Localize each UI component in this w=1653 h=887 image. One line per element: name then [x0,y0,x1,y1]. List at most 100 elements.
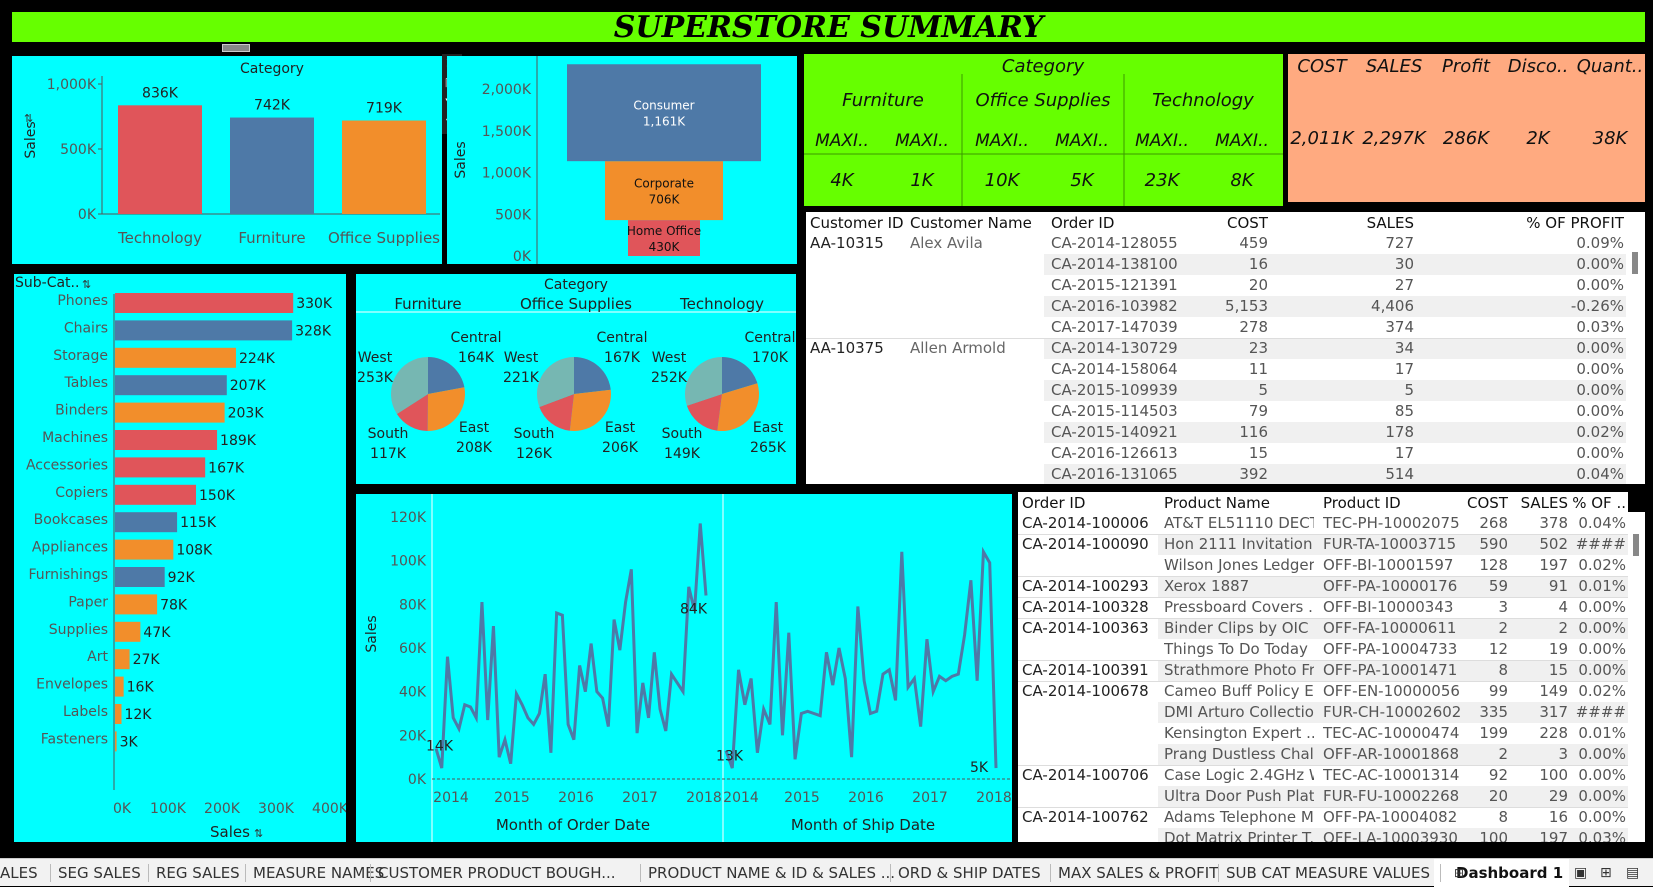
table-cell: Cameo Buff Policy E.. [1164,682,1314,700]
sheet-tab[interactable]: ORD & SHIP DATES [898,859,1041,887]
table-row[interactable]: Kensington Expert .. TEC-AC-10000474 199 22… [1018,723,1628,744]
sheet-tab[interactable]: SEG SALES [58,859,141,887]
sheet-tab[interactable]: MAX SALES & PROFIT [1058,859,1218,887]
table-cell: 17 [1394,444,1414,462]
column-header[interactable]: Order ID [1022,494,1085,512]
measure-label: MAXI.. [815,131,869,151]
column-header[interactable]: Order ID [1051,214,1114,232]
table-row[interactable]: CA-2014-100090 Hon 2111 Invitation .. FUR-… [1018,534,1628,555]
table-row[interactable]: CA-2016-131065 392 514 0.04% [806,464,1626,484]
sub-category-label: Chairs [64,320,108,336]
segment-sales-chart[interactable]: Sales 2,000K 1,500K 1,000K 500K 0K Home Office… [447,56,797,265]
table-cell: Strathmore Photo Fr.. [1164,661,1314,679]
column-header[interactable]: Product ID [1323,494,1401,512]
sub-category-label: Art [87,649,108,665]
group-divider [1018,660,1628,661]
table-row[interactable]: CA-2014-100762 Adams Telephone M.. OFF-PA-… [1018,807,1628,828]
column-header[interactable]: Product Name [1164,494,1270,512]
table-row[interactable]: CA-2015-121391 20 27 0.00% [806,275,1626,296]
group-divider [1018,681,1628,682]
table-row[interactable]: CA-2017-147039 278 374 0.03% [806,317,1626,338]
column-header[interactable]: SALES [1367,214,1414,232]
sub-category-label: Appliances [32,540,108,556]
table-row[interactable]: Ultra Door Push Plate FUR-FU-10002268 20 29… [1018,786,1628,807]
sheet-tab[interactable]: PRODUCT NAME & ID & SALES ... [648,859,895,887]
table-cell: 0.03% [1576,318,1624,336]
table-row[interactable]: CA-2014-138100 16 30 0.00% [806,254,1626,275]
table-row[interactable]: CA-2016-126613 15 17 0.00% [806,443,1626,464]
total-value: 38K [1593,128,1629,149]
table-row[interactable]: CA-2014-100293 Xerox 1887 OFF-PA-10000176 5… [1018,576,1628,597]
sheet-tab[interactable]: MEASURE NAMES [253,859,384,887]
table-cell: Xerox 1887 [1164,577,1250,595]
table-cell: 2 [1498,745,1508,763]
new-sheet-icon[interactable]: ▣ [1574,859,1587,887]
table-row[interactable]: CA-2014-100391 Strathmore Photo Fr.. OFF-P… [1018,660,1628,681]
customer-orders-table[interactable]: Customer ID Customer Name Order ID COST SALE… [806,212,1626,484]
table-row[interactable]: Wilson Jones Ledger.. OFF-BI-10001597 128 1… [1018,555,1628,576]
table-row[interactable]: Dot Matrix Printer T.. OFF-LA-10003930 100… [1018,828,1628,842]
product-table-scrollbar[interactable] [1628,512,1645,842]
table-cell: 128 [1479,556,1508,574]
table-row[interactable]: CA-2014-100006 AT&T EL51110 DECT TEC-PH-10… [1018,513,1628,534]
table-row[interactable]: CA-2015-140921 116 178 0.02% [806,422,1626,443]
category-bar-chart[interactable]: Category Sales 1,000K 500K 0K 836K Technology 7… [12,56,442,264]
table-row[interactable]: CA-2014-100363 Binder Clips by OIC OFF-FA-… [1018,618,1628,639]
column-header[interactable]: Customer Name [910,214,1032,232]
table-cell: 34 [1394,339,1414,357]
customer-table-scrollbar[interactable] [1626,212,1645,484]
table-cell: 0.02% [1578,682,1626,700]
table-row[interactable]: AA-10375 Allen Armold CA-2014-130729 23 34 0.… [806,338,1626,359]
group-divider [806,338,1626,339]
table-row[interactable]: Things To Do Today .. OFF-PA-10004733 12 19… [1018,639,1628,660]
pie-region-value: 252K [651,370,688,386]
new-dashboard-icon[interactable]: ⊞ [1600,859,1612,887]
resize-handle[interactable] [222,44,250,52]
column-header[interactable]: SALES [1521,494,1568,512]
column-header[interactable]: COST [1227,214,1268,232]
table-row[interactable]: CA-2014-100328 Pressboard Covers .. OFF-BI… [1018,597,1628,618]
table-row[interactable]: CA-2015-109939 5 5 0.00% [806,380,1626,401]
table-row[interactable]: AA-10315 Alex Avila CA-2014-128055 459 727 0.… [806,233,1626,254]
x-axis-label: Month of Order Date [496,816,650,834]
column-header[interactable]: Customer ID [810,214,904,232]
scroll-thumb[interactable] [1633,534,1639,556]
table-cell: TEC-AC-10001314 [1323,766,1460,784]
sales-line [434,523,708,769]
column-header[interactable]: COST [1467,494,1508,512]
table-row[interactable]: CA-2015-114503 79 85 0.00% [806,401,1626,422]
sheet-tab[interactable]: CUSTOMER PRODUCT BOUGH... [378,859,616,887]
scroll-thumb[interactable] [1632,252,1638,274]
bar-office-supplies [342,120,426,214]
x-tick-label: 2015 [784,790,820,806]
pie-region-label: Central [745,330,796,346]
table-cell: OFF-BI-10000343 [1323,598,1454,616]
sheet-tab[interactable]: SUB CAT MEASURE VALUES [1226,859,1430,887]
table-cell: 3 [1498,598,1508,616]
table-cell: 0.04% [1576,465,1624,483]
column-header[interactable]: % OF PROFIT [1526,214,1624,232]
product-orders-table[interactable]: Order ID Product Name Product ID COST SALES%… [1018,492,1628,842]
column-header[interactable]: % OF .. [1572,494,1626,512]
table-row[interactable]: CA-2014-100678 Cameo Buff Policy E.. OFF-E… [1018,681,1628,702]
tab-separator [50,864,51,882]
y-tick-label: 1,000K [47,77,97,93]
table-row[interactable]: CA-2016-103982 5,153 4,406 -0.26% [806,296,1626,317]
new-story-icon[interactable]: ▤ [1626,859,1639,887]
table-cell: 268 [1479,514,1508,532]
sub-category-label: Copiers [55,485,108,501]
subcategory-bar-chart[interactable]: Sub-Cat.. ⇅ Phones 330K Chairs 328K Storage 224… [14,274,349,842]
table-row[interactable]: Prang Dustless Chal.. OFF-AR-10001868 2 3 0.… [1018,744,1628,765]
sheet-tab[interactable]: ALES [0,859,38,887]
table-cell: 0.02% [1578,556,1626,574]
table-row[interactable]: CA-2014-100706 Case Logic 2.4GHz W.. TEC-A… [1018,765,1628,786]
sub-category-label: Supplies [49,622,108,638]
table-cell: CA-2014-100706 [1022,766,1149,784]
bar-value-label: 16K [127,680,155,696]
table-row[interactable]: CA-2014-158064 11 17 0.00% [806,359,1626,380]
date-sales-line-chart[interactable]: Sales 120K 100K 80K 60K 40K 20K 0K 2014 2015 2016 2… [356,494,1012,842]
table-cell: Hon 2111 Invitation .. [1164,535,1314,553]
sheet-tab[interactable]: REG SALES [156,859,240,887]
table-row[interactable]: DMI Arturo Collectio.. FUR-CH-10002602 335… [1018,702,1628,723]
region-pies-chart[interactable]: Category Furniture Central 164K East 208K Sout… [356,274,796,484]
